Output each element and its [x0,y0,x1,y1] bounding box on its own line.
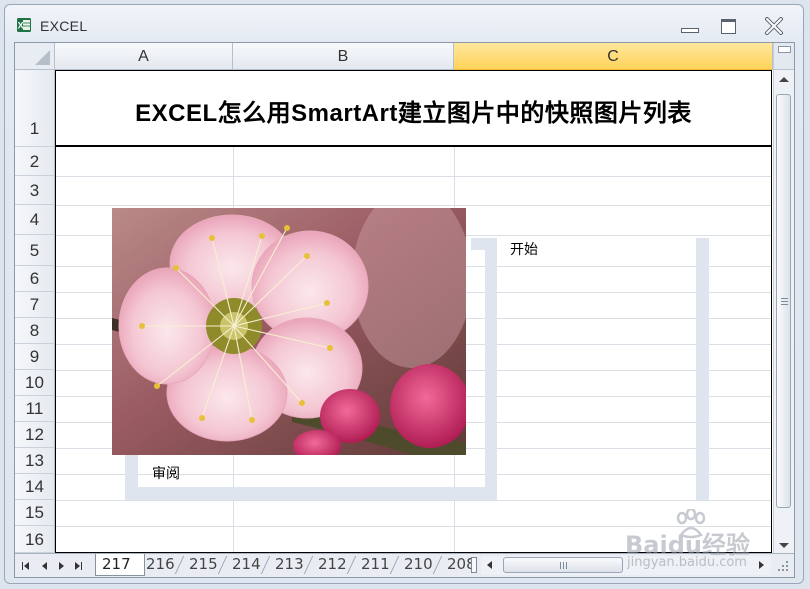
grip [781,304,788,305]
sheet-tab-210[interactable]: 210 [404,554,433,575]
row-header-1[interactable]: 1 [15,70,55,147]
row-header-13[interactable]: 13 [15,448,55,474]
minimize-icon[interactable] [675,17,701,35]
grip [560,562,561,569]
column-header-c[interactable]: C [454,43,773,70]
row-header-7[interactable]: 7 [15,292,55,318]
horizontal-scroll-thumb[interactable] [503,557,623,573]
gridline [55,176,771,177]
tab-separator [432,556,443,574]
grip [781,298,788,299]
tab-separator [217,556,228,574]
row-header-3[interactable]: 3 [15,176,55,205]
next-sheet-icon[interactable] [55,560,67,572]
row-header-2[interactable]: 2 [15,147,55,176]
smartart-frame [485,238,497,500]
last-sheet-icon[interactable] [73,560,85,572]
excel-app-icon: X [17,18,31,32]
row-header-14[interactable]: 14 [15,474,55,500]
tab-split-handle[interactable] [471,557,477,573]
window-title: EXCEL [40,18,88,34]
worksheet[interactable]: A B C 1 2 3 4 5 6 7 8 9 10 11 12 13 14 1… [14,42,795,578]
scroll-down-icon[interactable] [779,543,789,548]
row-header-10[interactable]: 10 [15,370,55,396]
excel-window: X EXCEL A B C 1 2 3 4 5 6 7 8 9 10 11 12… [4,4,804,584]
tab-separator [260,556,271,574]
grip [781,301,788,302]
resize-grip-icon[interactable] [777,560,789,572]
smartart-label-review[interactable]: 审阅 [152,463,180,483]
column-header-b[interactable]: B [233,43,454,70]
sheet-tab-208[interactable]: 208 [447,554,471,575]
tab-separator [346,556,357,574]
tab-separator [174,556,185,574]
sheet-tab-213[interactable]: 213 [275,554,304,575]
sheet-tab-216[interactable]: 216 [146,554,175,575]
vertical-scroll-thumb[interactable] [776,94,791,508]
first-sheet-icon[interactable] [21,560,33,572]
smartart-frame [471,238,497,250]
scroll-left-icon[interactable] [487,561,492,569]
row-header-16[interactable]: 16 [15,526,55,553]
svg-text:X: X [18,21,24,31]
title-bar[interactable]: X EXCEL [5,5,803,41]
plum-blossom-photo[interactable] [112,208,466,455]
sheet-tab-215[interactable]: 215 [189,554,218,575]
row-header-4[interactable]: 4 [15,205,55,235]
sheet-tab-211[interactable]: 211 [361,554,390,575]
column-header-a[interactable]: A [55,43,233,70]
page-title: EXCEL怎么用SmartArt建立图片中的快照图片列表 [135,100,692,127]
scroll-up-icon[interactable] [779,77,789,82]
row-header-8[interactable]: 8 [15,318,55,344]
smartart-label-start[interactable]: 开始 [510,239,538,259]
row-header-6[interactable]: 6 [15,266,55,292]
gridline [55,500,771,501]
vertical-split-box[interactable] [773,43,794,70]
smartart-frame [696,238,709,500]
row-header-12[interactable]: 12 [15,422,55,448]
sheet-tab-214[interactable]: 214 [232,554,261,575]
close-icon[interactable] [761,17,787,35]
prev-sheet-icon[interactable] [39,560,51,572]
tab-separator [303,556,314,574]
sheet-tab-212[interactable]: 212 [318,554,347,575]
maximize-icon[interactable] [717,17,743,35]
gridline [55,205,771,206]
smartart-frame [125,487,497,500]
row-header-5[interactable]: 5 [15,235,55,266]
row-header-9[interactable]: 9 [15,344,55,370]
select-all-icon[interactable] [15,43,55,70]
row-header-11[interactable]: 11 [15,396,55,422]
baidu-watermark: Baidu经验 jingyan.baidu.com [625,507,775,577]
tab-separator [389,556,400,574]
sheet-tab-217[interactable]: 217 [95,554,145,576]
title-cell[interactable]: EXCEL怎么用SmartArt建立图片中的快照图片列表 [55,70,772,147]
row-header-15[interactable]: 15 [15,500,55,526]
watermark-url: jingyan.baidu.com [627,555,747,570]
grip [563,562,564,569]
grip [566,562,567,569]
vertical-scrollbar[interactable] [773,70,794,553]
